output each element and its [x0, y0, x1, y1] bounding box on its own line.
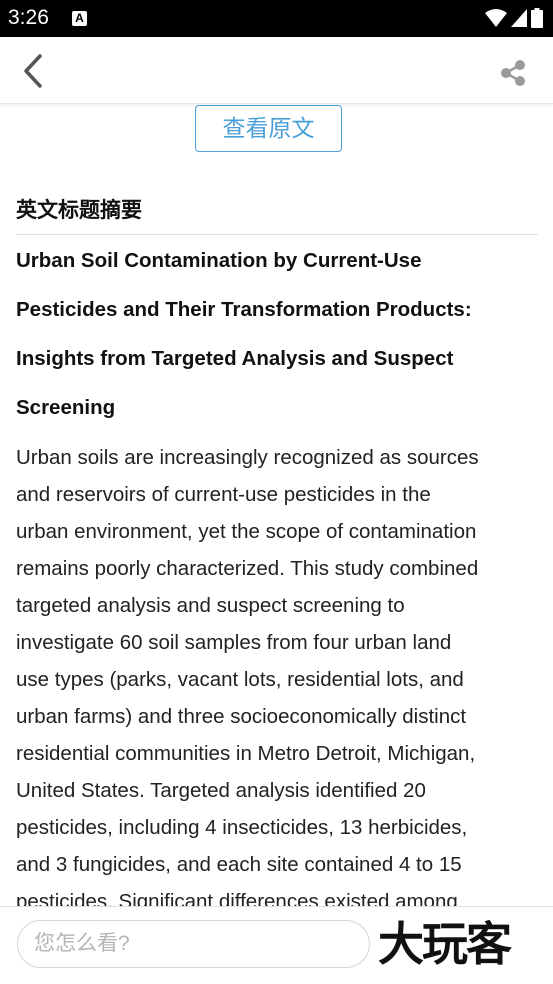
- abstract-text: Urban soils are increasingly recognized …: [16, 439, 541, 906]
- abstract-line: pesticides, including 4 insecticides, 13…: [16, 816, 468, 839]
- view-original-button[interactable]: 查看原文: [195, 105, 342, 152]
- status-bar: 3:26 A: [0, 0, 553, 37]
- abstract-line: targeted analysis and suspect screening …: [16, 594, 405, 617]
- abstract-line: pesticides. Significant differences exis…: [16, 890, 458, 906]
- english-title: Urban Soil Contamination by Current-Use …: [16, 236, 538, 432]
- abstract-line: use types (parks, vacant lots, residenti…: [16, 668, 464, 691]
- article-content[interactable]: 查看原文 英文标题摘要 Urban Soil Contamination by …: [0, 104, 553, 906]
- section-heading: 英文标题摘要: [16, 199, 142, 222]
- abstract-line: United States. Targeted analysis identif…: [16, 779, 426, 802]
- back-button[interactable]: [18, 53, 50, 89]
- english-title-line: Urban Soil Contamination by Current-Use: [16, 249, 422, 272]
- notification-a-icon: A: [72, 11, 87, 26]
- abstract-line: Urban soils are increasingly recognized …: [16, 446, 479, 469]
- bottom-bar: 您怎么看? 大玩客: [0, 906, 553, 984]
- abstract-line: and reservoirs of current-use pesticides…: [16, 483, 431, 506]
- share-icon: [501, 60, 525, 86]
- english-title-line: Insights from Targeted Analysis and Susp…: [16, 347, 454, 370]
- battery-icon: [531, 8, 543, 28]
- wifi-icon: [485, 9, 507, 27]
- signal-icon: [511, 9, 527, 27]
- app-bar: [0, 37, 553, 104]
- comment-input[interactable]: 您怎么看?: [17, 920, 370, 968]
- chevron-left-icon: [24, 54, 42, 88]
- abstract-line: and 3 fungicides, and each site containe…: [16, 853, 462, 876]
- status-time: 3:26: [8, 6, 49, 29]
- english-title-line: Screening: [16, 396, 116, 419]
- english-title-line: Pesticides and Their Transformation Prod…: [16, 298, 472, 321]
- brand-logo: 大玩客: [378, 917, 512, 971]
- divider: [16, 234, 538, 235]
- status-icons: [485, 8, 543, 28]
- abstract-line: urban environment, yet the scope of cont…: [16, 520, 477, 543]
- abstract-line: remains poorly characterized. This study…: [16, 557, 479, 580]
- abstract-line: residential communities in Metro Detroit…: [16, 742, 476, 765]
- abstract-line: investigate 60 soil samples from four ur…: [16, 631, 452, 654]
- share-button[interactable]: [499, 59, 527, 87]
- abstract-line: urban farms) and three socioeconomically…: [16, 705, 467, 728]
